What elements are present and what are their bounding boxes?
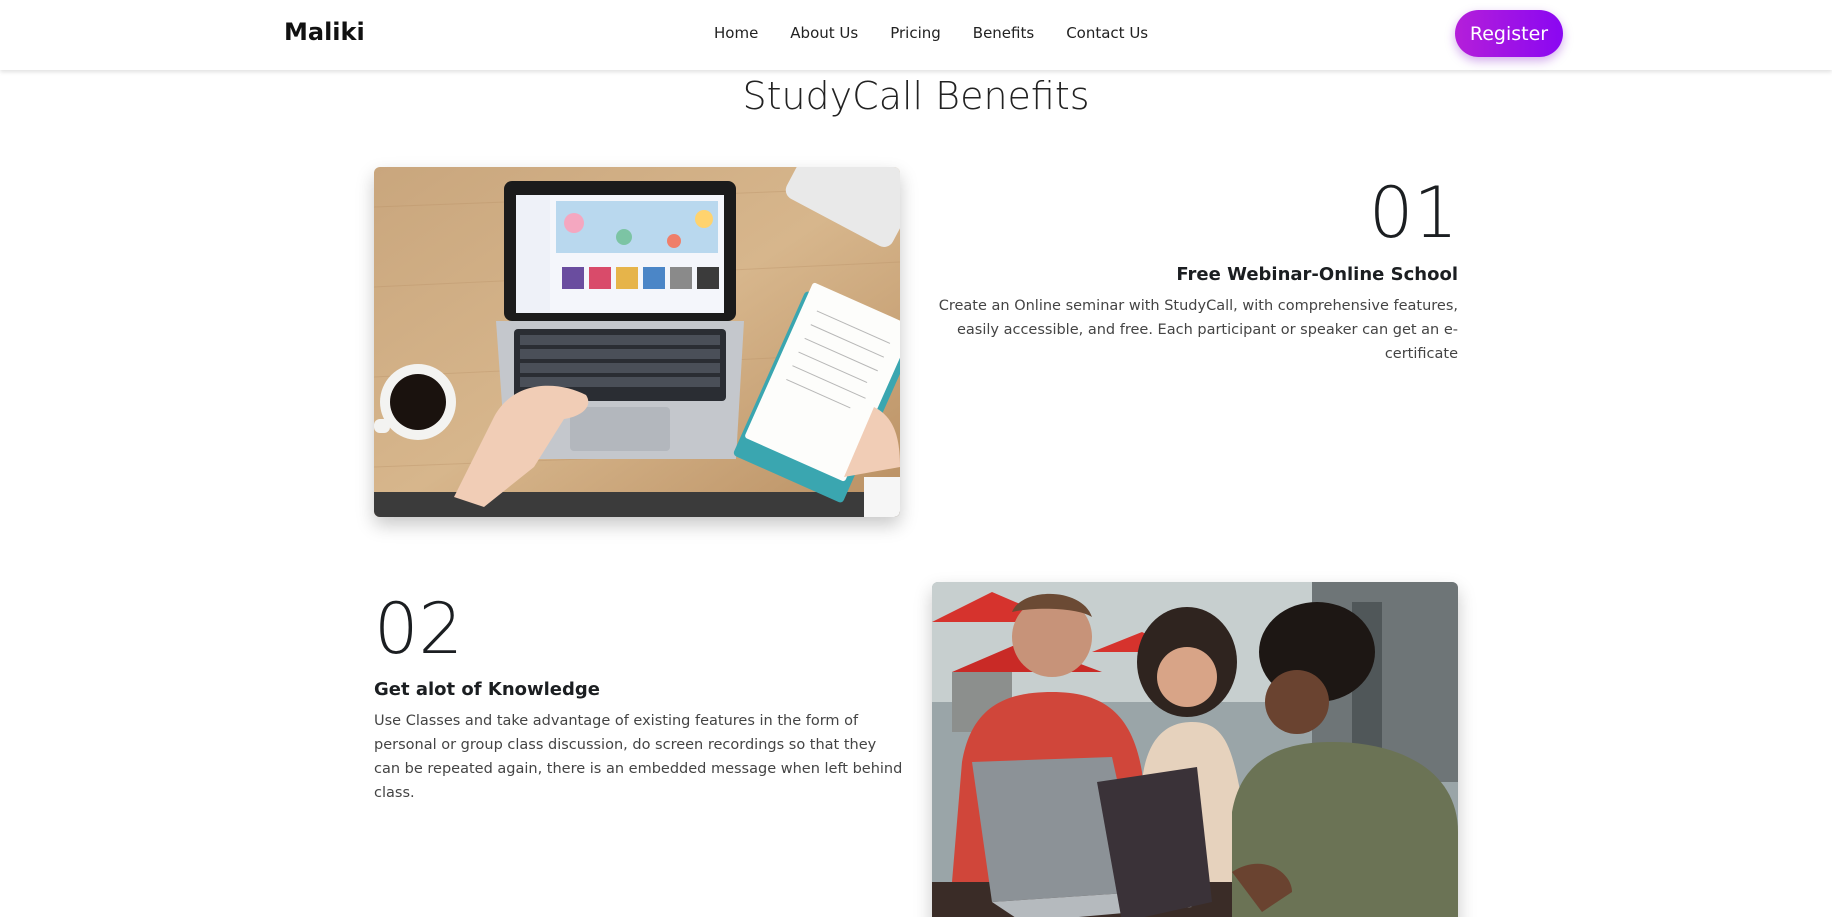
brand-logo[interactable]: Maliki [284, 18, 365, 46]
top-navbar: Maliki Home About Us Pricing Benefits Co… [0, 0, 1832, 70]
nav-pricing-link[interactable]: Pricing [890, 24, 941, 42]
benefit-title-02: Get alot of Knowledge [374, 679, 600, 700]
benefit-number-02: 02 [374, 588, 464, 670]
benefit-description-01: Create an Online seminar with StudyCall,… [938, 298, 1458, 362]
nav-home-link[interactable]: Home [714, 24, 758, 42]
benefit-title-01: Free Webinar-Online School [1176, 264, 1458, 285]
nav-contact-link[interactable]: Contact Us [1066, 24, 1148, 42]
benefit-description-02: Use Classes and take advantage of existi… [374, 713, 903, 801]
benefit-number-01: 01 [1368, 172, 1458, 254]
laptop-desk-photo [374, 167, 900, 517]
students-laptops-photo [932, 582, 1458, 917]
section-title: StudyCall Benefits [742, 74, 1090, 118]
nav-about-link[interactable]: About Us [790, 24, 858, 42]
main-nav: Home About Us Pricing Benefits Contact U… [714, 24, 1180, 42]
nav-benefits-link[interactable]: Benefits [973, 24, 1034, 42]
register-button[interactable]: Register [1455, 10, 1563, 57]
